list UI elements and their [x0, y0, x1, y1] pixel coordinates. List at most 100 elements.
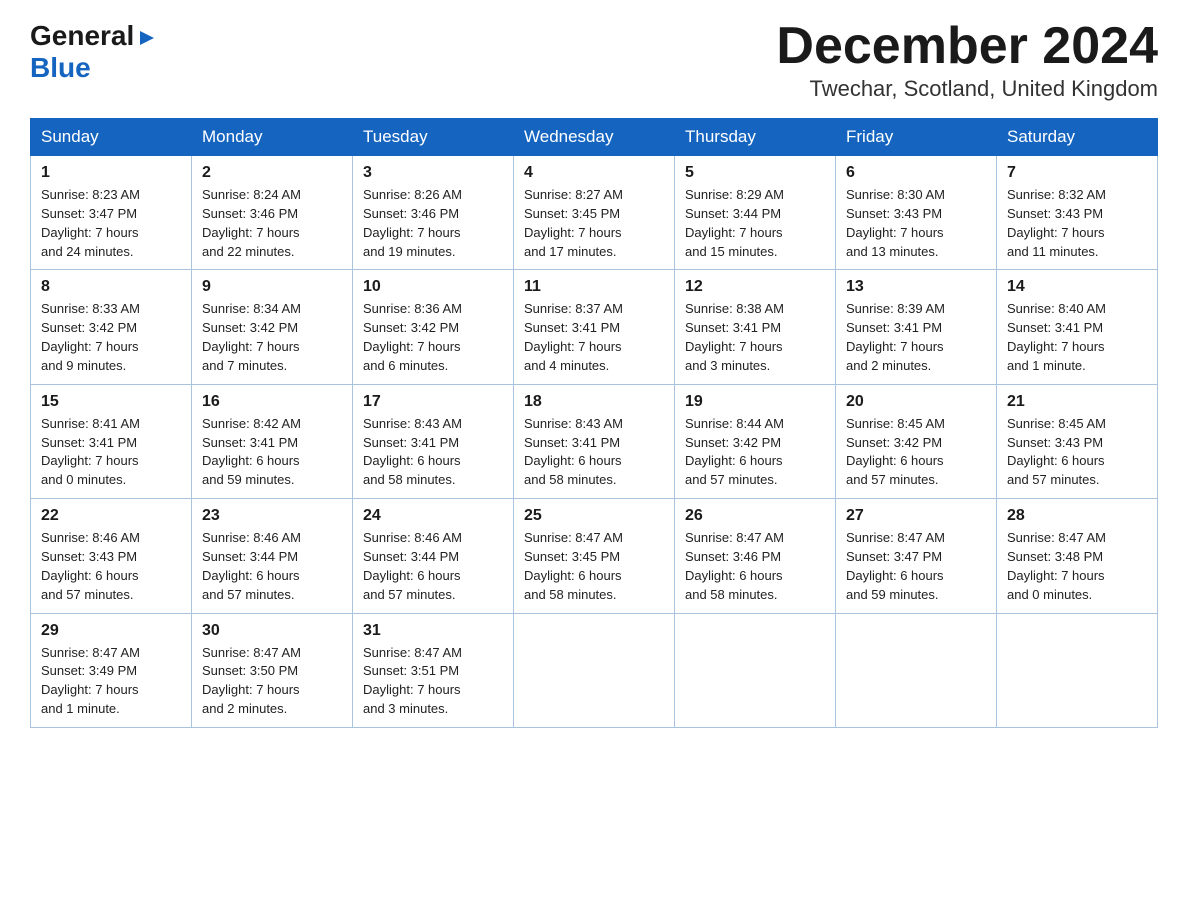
day-info: Sunrise: 8:24 AMSunset: 3:46 PMDaylight:…: [202, 187, 301, 259]
day-info: Sunrise: 8:44 AMSunset: 3:42 PMDaylight:…: [685, 416, 784, 488]
calendar-cell: [675, 613, 836, 727]
calendar-week-row: 1 Sunrise: 8:23 AMSunset: 3:47 PMDayligh…: [31, 156, 1158, 270]
calendar-body: 1 Sunrise: 8:23 AMSunset: 3:47 PMDayligh…: [31, 156, 1158, 728]
calendar-header: Sunday Monday Tuesday Wednesday Thursday…: [31, 119, 1158, 156]
weekday-monday: Monday: [192, 119, 353, 156]
day-number: 22: [41, 507, 181, 525]
day-info: Sunrise: 8:40 AMSunset: 3:41 PMDaylight:…: [1007, 301, 1106, 373]
day-info: Sunrise: 8:33 AMSunset: 3:42 PMDaylight:…: [41, 301, 140, 373]
calendar-cell: 20 Sunrise: 8:45 AMSunset: 3:42 PMDaylig…: [836, 384, 997, 498]
weekday-sunday: Sunday: [31, 119, 192, 156]
weekday-saturday: Saturday: [997, 119, 1158, 156]
logo-blue: Blue: [30, 52, 91, 83]
day-info: Sunrise: 8:38 AMSunset: 3:41 PMDaylight:…: [685, 301, 784, 373]
calendar-cell: 14 Sunrise: 8:40 AMSunset: 3:41 PMDaylig…: [997, 270, 1158, 384]
day-info: Sunrise: 8:47 AMSunset: 3:48 PMDaylight:…: [1007, 530, 1106, 602]
weekday-thursday: Thursday: [675, 119, 836, 156]
calendar-cell: 12 Sunrise: 8:38 AMSunset: 3:41 PMDaylig…: [675, 270, 836, 384]
day-info: Sunrise: 8:47 AMSunset: 3:46 PMDaylight:…: [685, 530, 784, 602]
calendar-week-row: 8 Sunrise: 8:33 AMSunset: 3:42 PMDayligh…: [31, 270, 1158, 384]
day-number: 23: [202, 507, 342, 525]
location-title: Twechar, Scotland, United Kingdom: [776, 76, 1158, 102]
calendar-cell: 15 Sunrise: 8:41 AMSunset: 3:41 PMDaylig…: [31, 384, 192, 498]
calendar-cell: 28 Sunrise: 8:47 AMSunset: 3:48 PMDaylig…: [997, 499, 1158, 613]
weekday-friday: Friday: [836, 119, 997, 156]
calendar-week-row: 29 Sunrise: 8:47 AMSunset: 3:49 PMDaylig…: [31, 613, 1158, 727]
day-info: Sunrise: 8:47 AMSunset: 3:45 PMDaylight:…: [524, 530, 623, 602]
calendar-cell: 9 Sunrise: 8:34 AMSunset: 3:42 PMDayligh…: [192, 270, 353, 384]
day-info: Sunrise: 8:46 AMSunset: 3:43 PMDaylight:…: [41, 530, 140, 602]
day-number: 16: [202, 393, 342, 411]
day-number: 21: [1007, 393, 1147, 411]
day-info: Sunrise: 8:27 AMSunset: 3:45 PMDaylight:…: [524, 187, 623, 259]
day-number: 30: [202, 622, 342, 640]
day-number: 24: [363, 507, 503, 525]
day-info: Sunrise: 8:47 AMSunset: 3:50 PMDaylight:…: [202, 645, 301, 717]
day-number: 25: [524, 507, 664, 525]
day-number: 10: [363, 278, 503, 296]
day-info: Sunrise: 8:32 AMSunset: 3:43 PMDaylight:…: [1007, 187, 1106, 259]
day-info: Sunrise: 8:45 AMSunset: 3:42 PMDaylight:…: [846, 416, 945, 488]
calendar-week-row: 15 Sunrise: 8:41 AMSunset: 3:41 PMDaylig…: [31, 384, 1158, 498]
day-info: Sunrise: 8:37 AMSunset: 3:41 PMDaylight:…: [524, 301, 623, 373]
day-number: 8: [41, 278, 181, 296]
calendar-cell: 26 Sunrise: 8:47 AMSunset: 3:46 PMDaylig…: [675, 499, 836, 613]
calendar-cell: [836, 613, 997, 727]
calendar-cell: 19 Sunrise: 8:44 AMSunset: 3:42 PMDaylig…: [675, 384, 836, 498]
calendar-cell: [514, 613, 675, 727]
day-info: Sunrise: 8:36 AMSunset: 3:42 PMDaylight:…: [363, 301, 462, 373]
calendar-cell: 10 Sunrise: 8:36 AMSunset: 3:42 PMDaylig…: [353, 270, 514, 384]
day-info: Sunrise: 8:26 AMSunset: 3:46 PMDaylight:…: [363, 187, 462, 259]
day-number: 31: [363, 622, 503, 640]
day-number: 26: [685, 507, 825, 525]
calendar-cell: 18 Sunrise: 8:43 AMSunset: 3:41 PMDaylig…: [514, 384, 675, 498]
calendar-cell: 11 Sunrise: 8:37 AMSunset: 3:41 PMDaylig…: [514, 270, 675, 384]
calendar-cell: 6 Sunrise: 8:30 AMSunset: 3:43 PMDayligh…: [836, 156, 997, 270]
calendar-cell: 25 Sunrise: 8:47 AMSunset: 3:45 PMDaylig…: [514, 499, 675, 613]
calendar-cell: 16 Sunrise: 8:42 AMSunset: 3:41 PMDaylig…: [192, 384, 353, 498]
day-number: 4: [524, 164, 664, 182]
calendar-cell: 8 Sunrise: 8:33 AMSunset: 3:42 PMDayligh…: [31, 270, 192, 384]
day-number: 28: [1007, 507, 1147, 525]
logo: General Blue: [30, 20, 158, 84]
logo-text: General Blue: [30, 20, 158, 84]
day-number: 9: [202, 278, 342, 296]
day-number: 3: [363, 164, 503, 182]
calendar-cell: 21 Sunrise: 8:45 AMSunset: 3:43 PMDaylig…: [997, 384, 1158, 498]
calendar-week-row: 22 Sunrise: 8:46 AMSunset: 3:43 PMDaylig…: [31, 499, 1158, 613]
header: General Blue December 2024 Twechar, Scot…: [30, 20, 1158, 102]
calendar-cell: 7 Sunrise: 8:32 AMSunset: 3:43 PMDayligh…: [997, 156, 1158, 270]
day-info: Sunrise: 8:47 AMSunset: 3:49 PMDaylight:…: [41, 645, 140, 717]
day-info: Sunrise: 8:23 AMSunset: 3:47 PMDaylight:…: [41, 187, 140, 259]
day-info: Sunrise: 8:46 AMSunset: 3:44 PMDaylight:…: [363, 530, 462, 602]
day-info: Sunrise: 8:43 AMSunset: 3:41 PMDaylight:…: [524, 416, 623, 488]
day-number: 6: [846, 164, 986, 182]
calendar-cell: 1 Sunrise: 8:23 AMSunset: 3:47 PMDayligh…: [31, 156, 192, 270]
day-number: 27: [846, 507, 986, 525]
calendar-cell: 13 Sunrise: 8:39 AMSunset: 3:41 PMDaylig…: [836, 270, 997, 384]
day-number: 1: [41, 164, 181, 182]
day-info: Sunrise: 8:29 AMSunset: 3:44 PMDaylight:…: [685, 187, 784, 259]
calendar-cell: 5 Sunrise: 8:29 AMSunset: 3:44 PMDayligh…: [675, 156, 836, 270]
title-area: December 2024 Twechar, Scotland, United …: [776, 20, 1158, 102]
day-info: Sunrise: 8:45 AMSunset: 3:43 PMDaylight:…: [1007, 416, 1106, 488]
day-info: Sunrise: 8:43 AMSunset: 3:41 PMDaylight:…: [363, 416, 462, 488]
day-number: 29: [41, 622, 181, 640]
day-number: 2: [202, 164, 342, 182]
calendar-cell: 4 Sunrise: 8:27 AMSunset: 3:45 PMDayligh…: [514, 156, 675, 270]
calendar-cell: 24 Sunrise: 8:46 AMSunset: 3:44 PMDaylig…: [353, 499, 514, 613]
calendar-table: Sunday Monday Tuesday Wednesday Thursday…: [30, 118, 1158, 728]
calendar-cell: 22 Sunrise: 8:46 AMSunset: 3:43 PMDaylig…: [31, 499, 192, 613]
month-title: December 2024: [776, 20, 1158, 72]
day-number: 12: [685, 278, 825, 296]
day-number: 18: [524, 393, 664, 411]
day-number: 19: [685, 393, 825, 411]
logo-general: General: [30, 20, 134, 51]
calendar-cell: 29 Sunrise: 8:47 AMSunset: 3:49 PMDaylig…: [31, 613, 192, 727]
day-number: 7: [1007, 164, 1147, 182]
day-info: Sunrise: 8:47 AMSunset: 3:47 PMDaylight:…: [846, 530, 945, 602]
day-number: 5: [685, 164, 825, 182]
calendar-cell: 2 Sunrise: 8:24 AMSunset: 3:46 PMDayligh…: [192, 156, 353, 270]
day-number: 11: [524, 278, 664, 296]
calendar-cell: 17 Sunrise: 8:43 AMSunset: 3:41 PMDaylig…: [353, 384, 514, 498]
